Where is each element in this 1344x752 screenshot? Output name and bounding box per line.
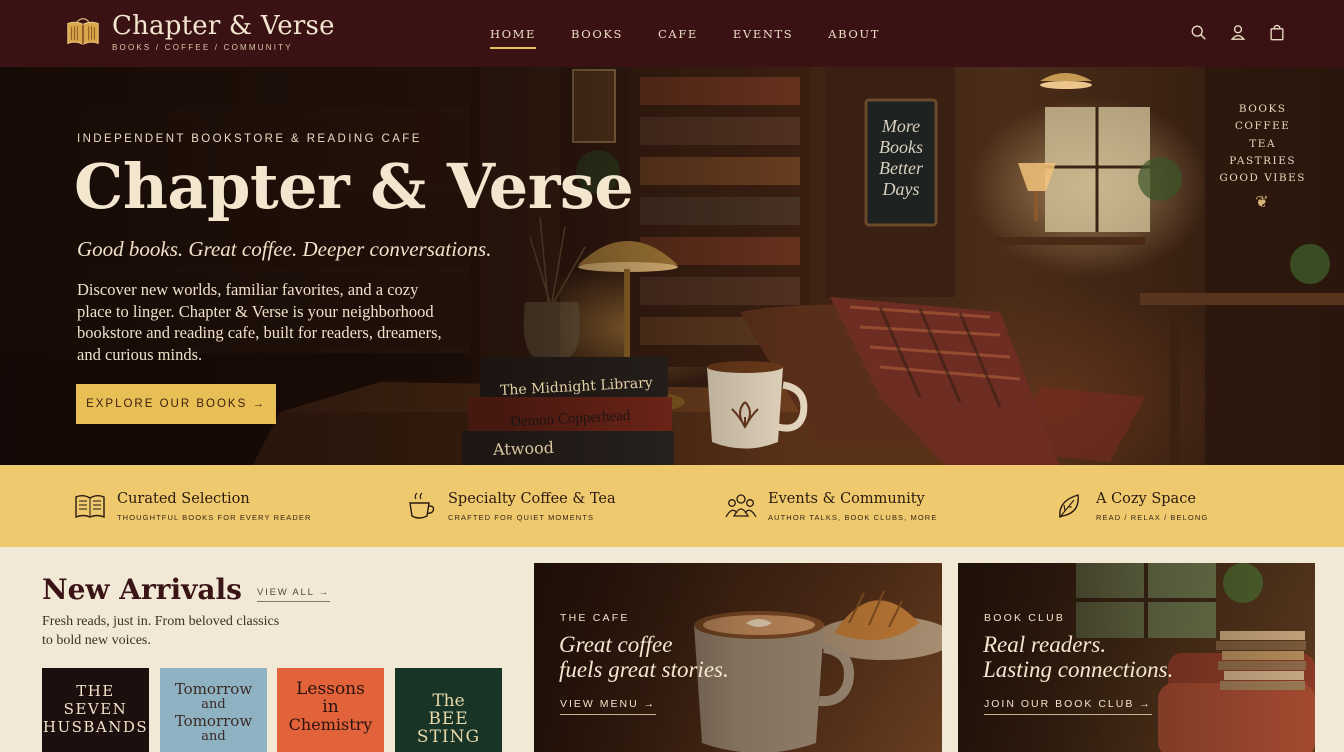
hero-description: Discover new worlds, familiar favorites,… — [77, 280, 442, 364]
card-eyebrow: THE CAFE — [560, 612, 630, 624]
feature-title: Specialty Coffee & Tea — [448, 490, 616, 507]
feature-title: Events & Community — [768, 490, 925, 507]
view-menu-link[interactable]: VIEW MENU → — [560, 698, 657, 715]
hero-title: Chapter & Verse — [74, 150, 634, 223]
feature-title: Curated Selection — [117, 490, 250, 507]
new-arrivals-description: Fresh reads, just in. From beloved class… — [42, 614, 280, 648]
sprig-icon: ❦ — [1255, 192, 1271, 212]
book-cover-tomorrow[interactable]: Tomorrow and Tomorrow and — [160, 668, 267, 752]
book-title-line: The — [432, 691, 465, 711]
hero-tagline: Good books. Great coffee. Deeper convers… — [77, 237, 492, 261]
book-logo-icon — [67, 18, 99, 45]
card-title-line: Great coffee — [559, 632, 673, 657]
book-spine-3: Atwood — [492, 437, 555, 460]
feature-curated: Curated Selection THOUGHTFUL BOOKS FOR E… — [73, 465, 312, 547]
nav-item-books[interactable]: BOOKS — [571, 21, 623, 47]
card-title-line: fuels great stories. — [559, 657, 729, 682]
cafe-card[interactable]: THE CAFE Great coffee fuels great storie… — [534, 563, 942, 752]
book-title-line: Tomorrow — [174, 680, 253, 698]
coffee-cup-icon — [409, 492, 435, 519]
book-title-line: Chemistry — [288, 715, 373, 734]
main-menu: HOME BOOKS CAFE EVENTS ABOUT — [490, 0, 915, 67]
book-title-line: and — [201, 697, 226, 712]
book-title-line: SEVEN — [63, 700, 128, 718]
side-list-item: GOOD VIBES — [1219, 172, 1306, 185]
book-title-line: THE — [76, 682, 115, 700]
search-icon[interactable] — [1190, 22, 1208, 42]
explore-books-button[interactable]: EXPLORE OUR BOOKS → — [76, 384, 276, 424]
book-title-line: HUSBANDS — [42, 718, 149, 736]
nav-item-home[interactable]: HOME — [490, 21, 537, 49]
card-title: Real readers. Lasting connections. — [983, 632, 1173, 682]
book-cover-seven-husbands[interactable]: THE SEVEN HUSBANDS — [42, 668, 149, 752]
card-title-line: Real readers. — [983, 632, 1107, 657]
feature-subtitle: READ / RELAX / BELONG — [1096, 512, 1209, 522]
top-nav: Chapter & Verse BOOKS / COFFEE / COMMUNI… — [0, 0, 1344, 67]
open-book-icon — [75, 495, 105, 519]
nav-item-cafe[interactable]: CAFE — [658, 21, 698, 47]
feature-events: Events & Community AUTHOR TALKS, BOOK CL… — [724, 465, 937, 547]
nav-icons — [1190, 22, 1286, 42]
side-list-item: BOOKS — [1238, 103, 1287, 115]
leaf-icon — [1059, 494, 1079, 519]
account-icon[interactable] — [1229, 22, 1247, 42]
features-band: Curated Selection THOUGHTFUL BOOKS FOR E… — [0, 465, 1344, 547]
people-icon — [725, 494, 757, 518]
feature-cozy: A Cozy Space READ / RELAX / BELONG — [1052, 465, 1208, 547]
side-list-item: PASTRIES — [1229, 154, 1297, 167]
side-list-item: TEA — [1249, 137, 1277, 150]
book-title-line: BEE STING — [416, 709, 481, 747]
feature-title: A Cozy Space — [1096, 490, 1196, 507]
card-title-line: Lasting connections. — [983, 657, 1174, 682]
book-cover-bee-sting[interactable]: The BEE STING — [395, 668, 502, 752]
hero-eyebrow: INDEPENDENT BOOKSTORE & READING CAFE — [77, 133, 422, 145]
view-all-link[interactable]: VIEW ALL → — [257, 587, 331, 602]
logo-title: Chapter & Verse — [112, 11, 335, 41]
feature-subtitle: AUTHOR TALKS, BOOK CLUBS, MORE — [768, 512, 938, 522]
hero-section: More Books Better Days — [0, 67, 1344, 470]
shopping-bag-icon[interactable] — [1268, 22, 1286, 42]
card-title: Great coffee fuels great stories. — [559, 632, 729, 682]
book-cover-lessons-in-chemistry[interactable]: Lessons in Chemistry — [277, 668, 384, 752]
feature-subtitle: CRAFTED FOR QUIET MOMENTS — [448, 512, 595, 522]
new-arrivals-title: New Arrivals — [42, 573, 242, 606]
logo[interactable]: Chapter & Verse BOOKS / COFFEE / COMMUNI… — [64, 12, 335, 52]
join-book-club-link[interactable]: JOIN OUR BOOK CLUB → — [984, 698, 1152, 715]
feature-subtitle: THOUGHTFUL BOOKS FOR EVERY READER — [117, 512, 312, 522]
feature-coffee: Specialty Coffee & Tea CRAFTED FOR QUIET… — [404, 465, 616, 547]
card-eyebrow: BOOK CLUB — [984, 612, 1066, 624]
nav-item-about[interactable]: ABOUT — [828, 21, 880, 47]
book-title-line: Tomorrow — [174, 712, 253, 730]
book-club-card[interactable]: BOOK CLUB Real readers. Lasting connecti… — [958, 563, 1315, 752]
nav-item-events[interactable]: EVENTS — [733, 21, 793, 47]
logo-tagline: BOOKS / COFFEE / COMMUNITY — [112, 43, 293, 52]
side-list-item: COFFEE — [1234, 120, 1291, 133]
book-title-line: Lessons — [296, 679, 365, 699]
hero-side-list: BOOKS COFFEE TEA PASTRIES GOOD VIBES ❦ — [1219, 101, 1306, 211]
book-title-line: and — [201, 729, 226, 744]
book-title-line: in — [322, 697, 339, 717]
